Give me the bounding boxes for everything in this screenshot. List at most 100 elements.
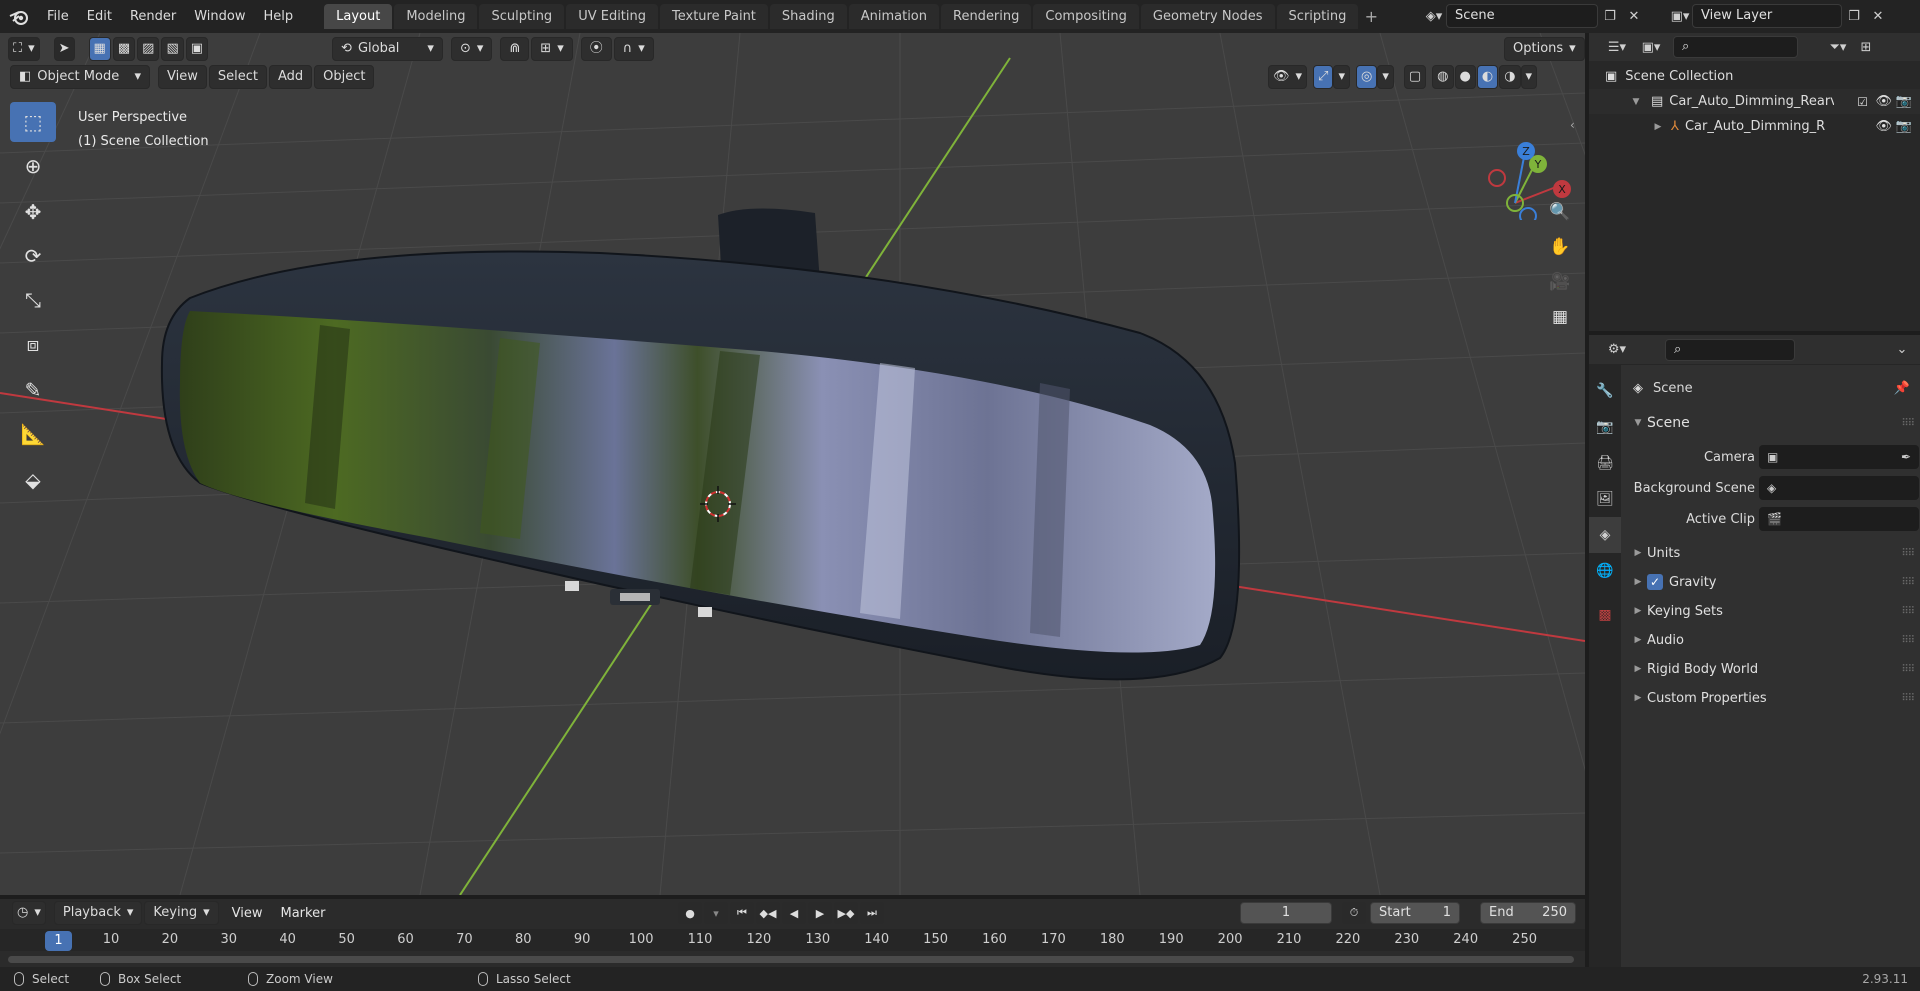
- drag-handle-icon[interactable]: ⠿⠿: [1901, 577, 1915, 588]
- camera-render-icon[interactable]: 📷: [1896, 94, 1912, 109]
- new-collection-icon[interactable]: ⊞: [1854, 35, 1878, 59]
- solid-shading-icon[interactable]: ●: [1454, 65, 1476, 89]
- close-scene-icon[interactable]: ✕: [1622, 4, 1646, 28]
- panel-units-header[interactable]: ▶ Units ⠿⠿: [1621, 540, 1920, 566]
- render-tab-icon[interactable]: 📷: [1589, 409, 1621, 445]
- background-scene-field[interactable]: ◈: [1759, 476, 1919, 500]
- menu-view[interactable]: View: [223, 906, 272, 921]
- timeline-scrollbar[interactable]: [8, 956, 1574, 963]
- copy-scene-icon[interactable]: ❐: [1598, 4, 1622, 28]
- menu-select[interactable]: Select: [208, 65, 267, 89]
- wireframe-shading-icon[interactable]: ◍: [1432, 65, 1454, 89]
- menu-view[interactable]: View: [158, 65, 207, 89]
- proportional-falloff-dropdown[interactable]: ∩ ▾: [613, 37, 654, 61]
- panel-audio-header[interactable]: ▶ Audio ⠿⠿: [1621, 627, 1920, 653]
- stopwatch-icon[interactable]: ⏱: [1342, 902, 1366, 924]
- ortho-grid-icon[interactable]: ▦: [1543, 301, 1577, 333]
- scene-name-field[interactable]: Scene: [1446, 4, 1598, 28]
- snap-toggle[interactable]: ⋒: [500, 37, 530, 61]
- outliner-editor-icon[interactable]: ☰▾: [1605, 35, 1629, 59]
- timeline-ruler[interactable]: 1 10 20 30 40 50 60 70 80 90 100 110 120 130 140 150 16…: [0, 929, 1585, 951]
- menu-window[interactable]: Window: [185, 4, 254, 30]
- mode-subtract-icon[interactable]: ▨: [137, 37, 160, 61]
- play-icon[interactable]: ▶: [808, 902, 832, 924]
- mode-intersect-icon[interactable]: ▣: [185, 37, 209, 61]
- panel-scene-header[interactable]: ▼ Scene ⠿⠿: [1621, 410, 1920, 436]
- shading-dropdown[interactable]: ▾: [1520, 65, 1538, 89]
- transform-tool-icon[interactable]: ⧈: [10, 324, 56, 364]
- tab-animation[interactable]: Animation: [848, 4, 939, 29]
- rotate-tool-icon[interactable]: ⟳: [10, 236, 56, 276]
- outliner-row-scene-collection[interactable]: ▣ Scene Collection: [1589, 64, 1920, 89]
- camera-field[interactable]: ▣ ✒: [1759, 445, 1919, 469]
- tab-layout[interactable]: Layout: [324, 4, 393, 29]
- eyedropper-icon[interactable]: ✒: [1901, 450, 1911, 464]
- 3d-viewport[interactable]: ⛶ ▾ ➤ ▦ ▩ ▨ ▧ ▣ ⟲ Global ▾ ⊙ ▾ ⋒ ⊞ ▾ ⦿ ∩ ▾ Opt…: [0, 33, 1585, 895]
- collapse-icon[interactable]: ▶: [1649, 122, 1667, 132]
- pivot-point-button[interactable]: ⊙ ▾: [450, 37, 493, 61]
- properties-editor-icon[interactable]: ⚙▾: [1605, 338, 1629, 362]
- annotate-tool-icon[interactable]: ✎: [10, 370, 56, 410]
- pan-hand-icon[interactable]: ✋: [1543, 231, 1577, 263]
- select-box-tool-icon[interactable]: ⬚: [10, 102, 56, 142]
- tool-tab-icon[interactable]: 🔧: [1589, 373, 1621, 409]
- measure-tool-icon[interactable]: 📐: [10, 414, 56, 454]
- mode-new-icon[interactable]: ▦: [88, 37, 111, 61]
- menu-help[interactable]: Help: [255, 4, 303, 30]
- prev-keyframe-icon[interactable]: ◆◀: [756, 902, 780, 924]
- output-tab-icon[interactable]: 🖨: [1589, 445, 1621, 481]
- tab-texture-paint[interactable]: Texture Paint: [660, 4, 768, 29]
- start-frame-field[interactable]: Start 1: [1370, 902, 1460, 924]
- record-icon[interactable]: ●: [678, 902, 702, 924]
- menu-add[interactable]: Add: [268, 65, 313, 89]
- select-tool-button[interactable]: ➤: [53, 37, 75, 61]
- blender-logo-icon[interactable]: [0, 0, 38, 33]
- world-tab-icon[interactable]: 🌐: [1589, 553, 1621, 589]
- gravity-checkbox[interactable]: ✓: [1647, 574, 1663, 590]
- drag-handle-icon[interactable]: ⠿⠿: [1901, 664, 1915, 675]
- transform-orientation-dropdown[interactable]: ⟲ Global ▾: [332, 37, 443, 61]
- camera-render-icon[interactable]: 📷: [1896, 119, 1912, 134]
- menu-object[interactable]: Object: [314, 65, 375, 89]
- outliner-row-collection[interactable]: ▼ ▤ Car_Auto_Dimming_Rearview ☑ 👁 📷: [1589, 89, 1920, 114]
- tab-modeling[interactable]: Modeling: [394, 4, 478, 29]
- chevron-down-icon[interactable]: ⌄: [1890, 338, 1914, 362]
- exclude-checkbox-icon[interactable]: ☑: [1857, 95, 1868, 109]
- active-clip-field[interactable]: 🎬: [1759, 507, 1919, 531]
- panel-keying-sets-header[interactable]: ▶ Keying Sets ⠿⠿: [1621, 598, 1920, 624]
- options-dropdown[interactable]: Options ▾: [1504, 37, 1585, 61]
- eye-icon[interactable]: 👁: [1875, 94, 1892, 109]
- scene-tab-icon[interactable]: ◈: [1589, 517, 1621, 553]
- copy-view-layer-icon[interactable]: ❐: [1842, 4, 1866, 28]
- end-frame-field[interactable]: End 250: [1480, 902, 1576, 924]
- panel-custom-properties-header[interactable]: ▶ Custom Properties ⠿⠿: [1621, 685, 1920, 711]
- tab-rendering[interactable]: Rendering: [941, 4, 1032, 29]
- drag-handle-icon[interactable]: ⠿⠿: [1901, 418, 1915, 429]
- menu-file[interactable]: File: [38, 4, 78, 30]
- menu-keying[interactable]: Keying ▾: [144, 901, 219, 925]
- rendered-shading-icon[interactable]: ◑: [1499, 65, 1521, 89]
- neg-z-axis-icon[interactable]: [1519, 207, 1537, 220]
- gizmo-dropdown[interactable]: ▾: [1333, 65, 1350, 89]
- mode-extend-icon[interactable]: ▩: [112, 37, 136, 61]
- object-mode-dropdown[interactable]: ◧ Object Mode ▾: [10, 65, 150, 89]
- move-tool-icon[interactable]: ✥: [10, 192, 56, 232]
- view-layer-icon[interactable]: ▣▾: [1668, 4, 1692, 28]
- overlays-toggle[interactable]: ◎: [1355, 65, 1378, 89]
- tab-scripting[interactable]: Scripting: [1276, 4, 1359, 29]
- outliner-row-object[interactable]: ▶ ⅄ Car_Auto_Dimming_Rear 👁 📷: [1589, 114, 1920, 139]
- timeline-editor-button[interactable]: ◷ ▾: [12, 901, 46, 925]
- xray-toggle[interactable]: ▢: [1403, 65, 1427, 89]
- drag-handle-icon[interactable]: ⠿⠿: [1901, 548, 1915, 559]
- view-layer-tab-icon[interactable]: 🖼: [1589, 481, 1621, 517]
- scale-tool-icon[interactable]: ⤡: [10, 280, 56, 320]
- cursor-tool-icon[interactable]: ⊕: [10, 146, 56, 186]
- gizmo-toggle[interactable]: ⤢: [1313, 65, 1334, 89]
- tab-shading[interactable]: Shading: [769, 4, 847, 29]
- proportional-edit-toggle[interactable]: ⦿: [580, 37, 612, 61]
- editor-type-button[interactable]: ⛶ ▾: [8, 37, 40, 61]
- tab-compositing[interactable]: Compositing: [1033, 4, 1139, 29]
- expand-icon[interactable]: ▼: [1627, 97, 1645, 107]
- camera-view-icon[interactable]: 🎥: [1543, 266, 1577, 298]
- add-workspace-button[interactable]: +: [1360, 6, 1382, 28]
